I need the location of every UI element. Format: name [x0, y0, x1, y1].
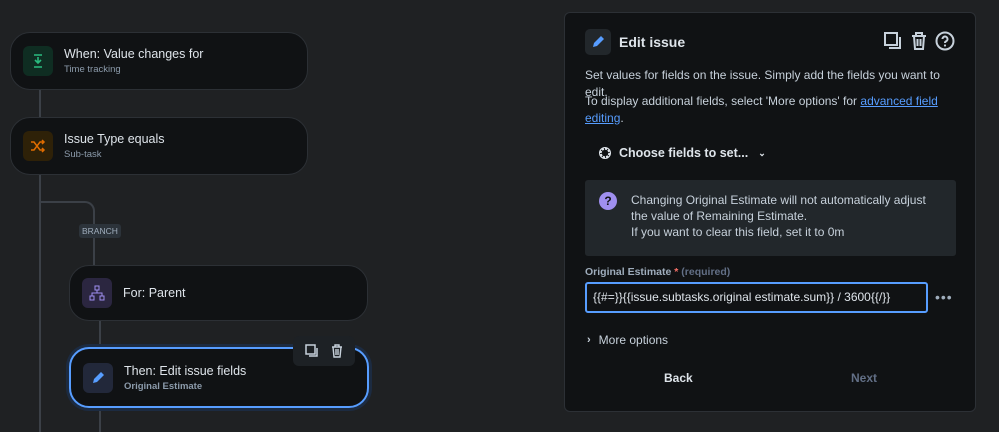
hierarchy-icon [82, 278, 112, 308]
more-options-label: More options [598, 333, 669, 347]
field-label-text: Original Estimate [585, 266, 672, 278]
panel-title: Edit issue [619, 34, 686, 50]
branch-card[interactable]: For: Parent [69, 265, 368, 321]
hint-period: . [620, 111, 624, 125]
edit-issue-panel: Edit issue Set values for fields on the … [564, 12, 976, 412]
action-subtitle: Original Estimate [124, 380, 203, 392]
pencil-icon [83, 362, 113, 393]
trash-icon[interactable] [330, 344, 344, 358]
chevron-down-icon: ⌄ [758, 147, 766, 158]
gear-icon [599, 147, 611, 159]
choose-fields-label: Choose fields to set... [619, 146, 749, 160]
more-actions-icon[interactable]: ••• [935, 289, 953, 305]
question-icon: ? [599, 192, 617, 210]
pencil-icon [585, 29, 611, 55]
panel-hint: To display additional fields, select 'Mo… [585, 93, 960, 127]
info-message: ? Changing Original Estimate will not au… [585, 180, 956, 256]
trigger-card[interactable]: When: Value changes for Time tracking [10, 32, 308, 90]
trigger-subtitle: Time tracking [64, 64, 121, 75]
copy-icon[interactable] [304, 344, 319, 358]
shuffle-icon [23, 131, 53, 161]
copy-icon[interactable] [883, 31, 903, 51]
more-options-toggle[interactable]: › More options [587, 333, 668, 347]
info-text-1: Changing Original Estimate will not auto… [631, 193, 926, 223]
action-title: Then: Edit issue fields [124, 363, 247, 378]
hint-text: To display additional fields, select 'Mo… [585, 94, 861, 108]
branch-label: BRANCH [79, 224, 121, 238]
required-mark: * [674, 266, 679, 278]
choose-fields-button[interactable]: Choose fields to set... ⌄ [589, 138, 774, 168]
next-button[interactable]: Next [851, 371, 877, 385]
branch-title: For: Parent [123, 286, 186, 300]
chevron-right-icon: › [587, 334, 591, 346]
trigger-title: When: Value changes for [64, 47, 204, 61]
help-icon[interactable] [935, 31, 955, 51]
trash-icon[interactable] [909, 31, 929, 51]
required-text: (required) [681, 266, 731, 278]
trigger-icon [23, 46, 53, 76]
original-estimate-input[interactable]: {{#=}}{{issue.subtasks.original estimate… [585, 282, 928, 313]
condition-title: Issue Type equals [64, 132, 165, 146]
card-toolbar [293, 336, 355, 366]
back-button[interactable]: Back [664, 371, 693, 385]
info-text-2: If you want to clear this field, set it … [631, 225, 845, 239]
condition-subtitle: Sub-task [64, 149, 102, 160]
field-label: Original Estimate * (required) [585, 266, 730, 278]
condition-card[interactable]: Issue Type equals Sub-task [10, 117, 308, 175]
